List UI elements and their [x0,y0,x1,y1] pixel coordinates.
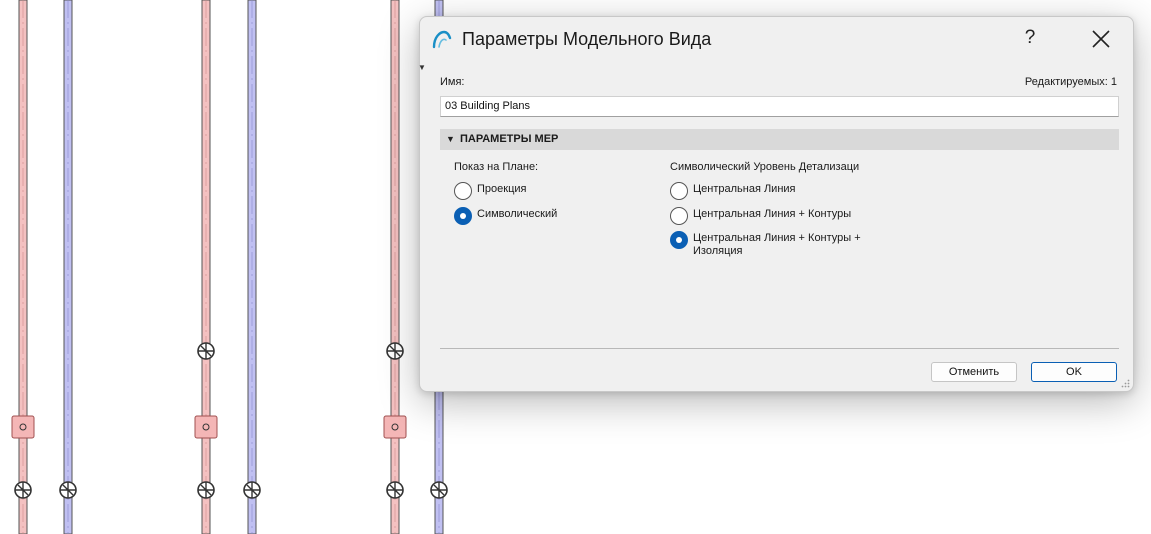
valve-icon[interactable] [243,481,261,499]
pipe-pink-1[interactable] [18,0,28,534]
fitting-box-icon[interactable] [383,415,407,439]
valve-icon[interactable] [386,342,404,360]
editable-count: Редактируемых: 1 [1024,76,1117,88]
model-view-options-dialog: Параметры Модельного Вида ? ▼ Имя: Редак… [418,16,1134,392]
valve-icon[interactable] [59,481,77,499]
valve-icon[interactable] [386,481,404,499]
name-label: Имя: [440,76,465,88]
ok-button[interactable]: OK [1031,362,1117,382]
valve-icon[interactable] [14,481,32,499]
collapse-arrow-icon[interactable]: ▼ [418,63,426,72]
dialog-title: Параметры Модельного Вида [462,29,712,49]
radio-button[interactable] [670,207,688,225]
radio-centerline-contours[interactable]: Центральная Линия + Контуры [670,207,930,227]
resize-grip-icon[interactable] [1121,379,1130,388]
pipe-blue-1[interactable] [63,0,73,534]
pipe-pink-2[interactable] [201,0,211,534]
section-header-mep[interactable]: ▼ ПАРАМЕТРЫ МЕР [440,129,1119,150]
radio-button[interactable] [454,182,472,200]
radio-centerline-contours-insulation[interactable]: Центральная Линия + Контуры + Изоляция [670,231,930,261]
radio-label: Символический [477,208,558,220]
radio-label: Центральная Линия + Контуры [693,208,852,220]
valve-icon[interactable] [197,481,215,499]
app-logo-icon [432,30,452,49]
name-field[interactable]: 03 Building Plans [440,96,1119,117]
cancel-button[interactable]: Отменить [931,362,1017,382]
divider [440,348,1119,349]
pipe-pink-3[interactable] [390,0,400,534]
fitting-box-icon[interactable] [11,415,35,439]
radio-label: Проекция [477,183,527,195]
radio-symbolic[interactable]: Символический [454,207,654,227]
detail-level-label: Символический Уровень Детализаци [670,161,860,173]
help-button[interactable]: ? [1020,27,1040,51]
valve-icon[interactable] [430,481,448,499]
pipe-blue-2[interactable] [247,0,257,534]
dialog-titlebar[interactable]: Параметры Модельного Вида ? [420,17,1133,61]
radio-label: Центральная Линия + Контуры + Изоляция [693,232,861,257]
radio-button-selected[interactable] [454,207,472,225]
radio-button[interactable] [670,182,688,200]
section-title: ПАРАМЕТРЫ МЕР [460,133,559,145]
radio-label: Центральная Линия [693,183,796,195]
chevron-down-icon: ▼ [446,134,455,144]
radio-centerline[interactable]: Центральная Линия [670,182,930,202]
valve-icon[interactable] [197,342,215,360]
close-icon[interactable] [1090,27,1112,51]
radio-projection[interactable]: Проекция [454,182,654,202]
fitting-box-icon[interactable] [194,415,218,439]
radio-button-selected[interactable] [670,231,688,249]
plan-display-label: Показ на Плане: [454,161,539,173]
